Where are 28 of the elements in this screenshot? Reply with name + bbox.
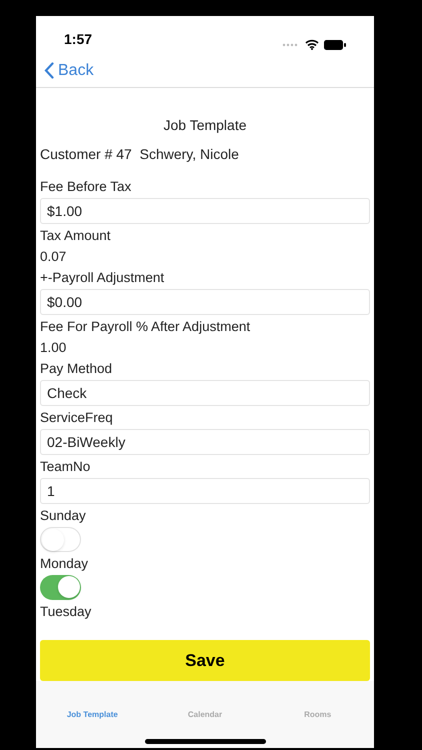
input-field[interactable]: 1	[40, 478, 370, 504]
field-label: Fee Before Tax	[40, 178, 132, 196]
back-button[interactable]: Back	[44, 58, 94, 82]
toggle-switch[interactable]	[40, 575, 81, 600]
save-button[interactable]: Save	[40, 640, 370, 681]
field-label: Tuesday	[40, 603, 92, 621]
input-field[interactable]: $0.00	[40, 289, 370, 315]
status-time: 1:57	[64, 30, 92, 49]
field-label: Pay Method	[40, 360, 112, 378]
field-label: ServiceFreq	[40, 409, 113, 427]
page-title: Job Template	[162, 116, 248, 135]
signal-icon	[282, 42, 300, 46]
customer-label: Customer # 47 Schwery, Nicole	[40, 145, 240, 164]
input-field[interactable]: $1.00	[40, 198, 370, 224]
field-label: TeamNo	[40, 458, 90, 476]
field-label: Fee For Payroll % After Adjustment	[40, 318, 250, 336]
toggle-switch[interactable]	[40, 527, 81, 552]
field-label: Sunday	[40, 507, 86, 525]
field-value: 1.00	[40, 339, 66, 357]
battery-icon	[324, 40, 346, 50]
field-label: Monday	[40, 555, 88, 573]
wifi-icon	[305, 39, 319, 50]
field-label: +-Payroll Adjustment	[40, 269, 164, 287]
field-label: Tax Amount	[40, 227, 111, 245]
input-field[interactable]: 02-BiWeekly	[40, 429, 370, 455]
chevron-left-icon	[44, 62, 54, 79]
field-value: 0.07	[40, 248, 66, 266]
input-field[interactable]: Check	[40, 380, 370, 406]
